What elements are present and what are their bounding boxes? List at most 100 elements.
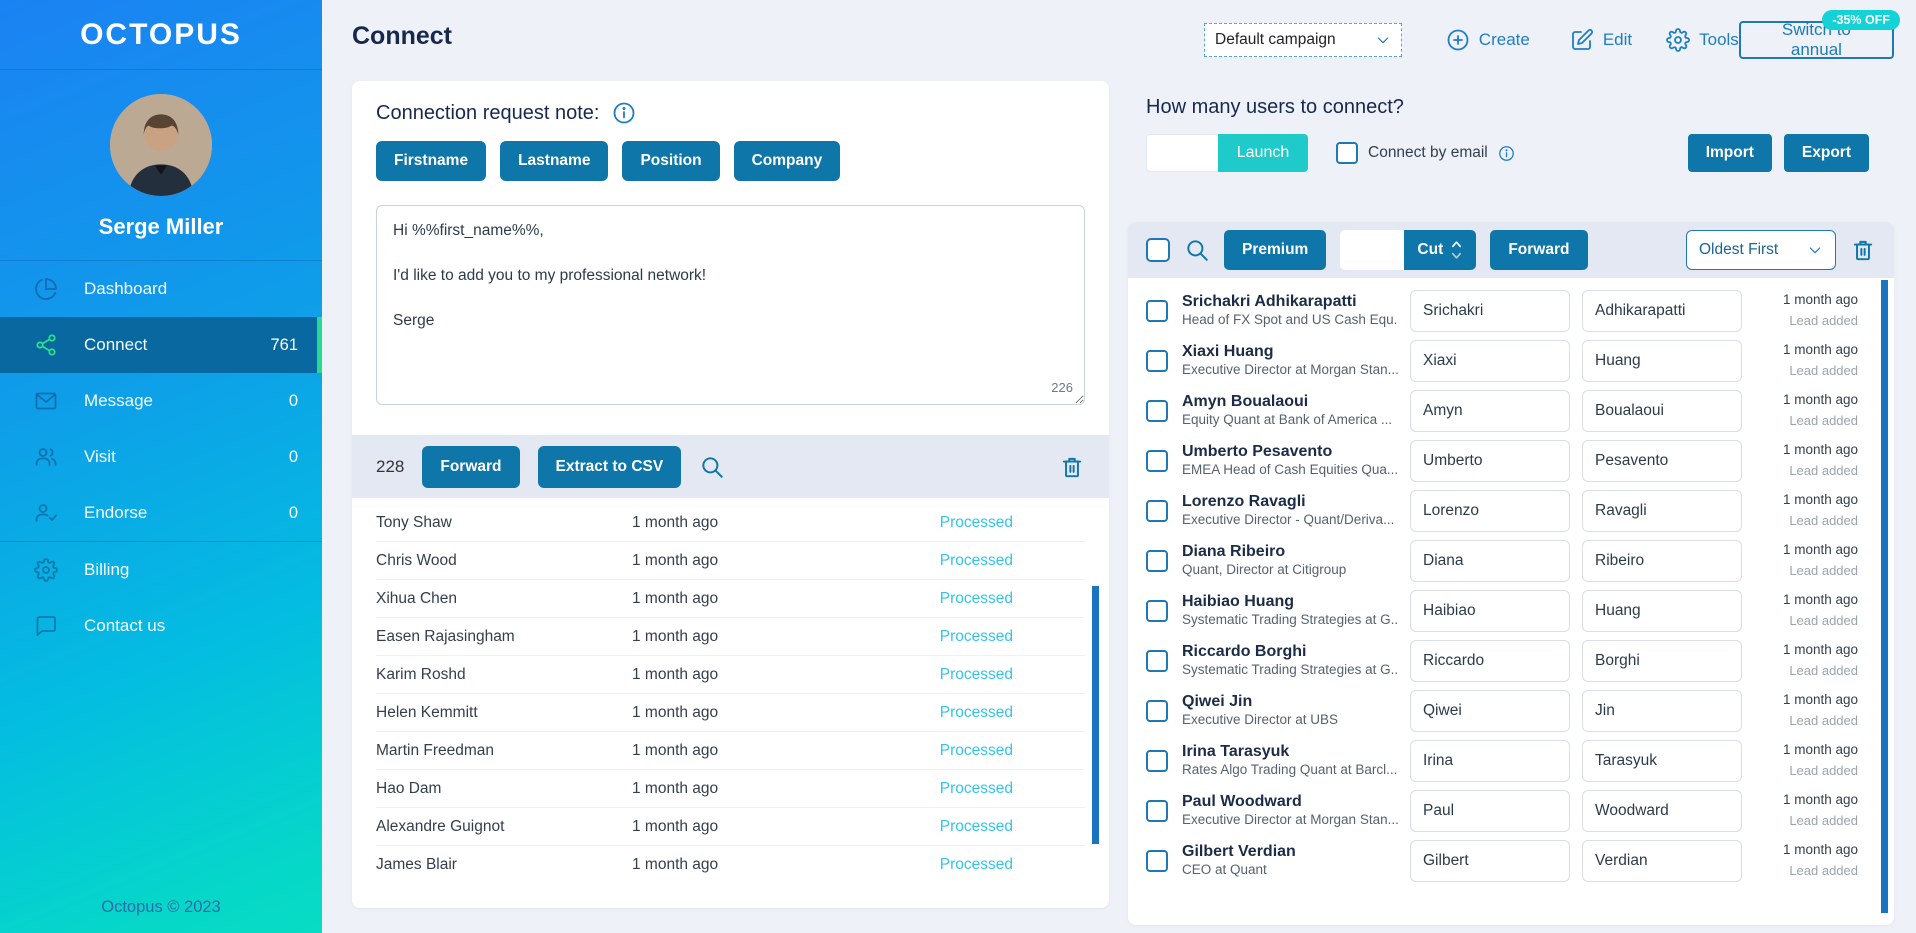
user-name: Serge Miller [98,214,224,239]
user-checkbox[interactable] [1146,500,1168,522]
sidebar-item-visit[interactable]: Visit 0 [0,429,322,485]
user-firstname-input[interactable] [1410,790,1570,832]
user-checkbox[interactable] [1146,400,1168,422]
user-firstname-input[interactable] [1410,490,1570,532]
connect-by-email-checkbox[interactable] [1336,142,1358,164]
user-row[interactable]: Umberto Pesavento EMEA Head of Cash Equit… [1146,436,1858,486]
sidebar-item-endorse[interactable]: Endorse 0 [0,485,322,541]
select-all-checkbox[interactable] [1146,238,1170,262]
user-checkbox[interactable] [1146,700,1168,722]
user-row[interactable]: Qiwei JinExecutive Director at UBS 1 mont… [1146,686,1858,736]
user-lastname-input[interactable] [1582,590,1742,632]
sidebar-item-message[interactable]: Message 0 [0,373,322,429]
launch-button[interactable]: Launch [1218,134,1308,172]
token-lastname-button[interactable]: Lastname [500,141,609,181]
extract-to-csv-button[interactable]: Extract to CSV [537,445,682,488]
user-row[interactable]: Diana Ribeiro Quant, Director at Citigrou… [1146,536,1858,586]
edit-button[interactable]: Edit [1570,28,1632,52]
user-lastname-input[interactable] [1582,640,1742,682]
token-position-button[interactable]: Position [622,141,720,181]
processed-list-scrollbar[interactable] [1092,586,1099,844]
sidebar-item-connect[interactable]: Connect 761 [0,317,322,373]
processed-row[interactable]: Tony Shaw 1 month ago Processed [376,504,1085,542]
user-lastname-input[interactable] [1582,390,1742,432]
user-lastname-input[interactable] [1582,440,1742,482]
user-lastname-input[interactable] [1582,690,1742,732]
sort-select[interactable]: Oldest First [1686,230,1836,270]
user-checkbox[interactable] [1146,450,1168,472]
user-row[interactable]: Haibiao Huang Systematic Trading Strategi… [1146,586,1858,636]
trash-icon[interactable] [1059,454,1085,480]
user-firstname-input[interactable] [1410,740,1570,782]
users-count-input[interactable] [1146,134,1218,172]
user-lastname-input[interactable] [1582,540,1742,582]
token-company-button[interactable]: Company [733,141,841,181]
processed-row[interactable]: James Blair 1 month ago Processed [376,846,1085,884]
processed-row[interactable]: Easen Rajasingham 1 month ago Processed [376,618,1085,656]
tools-button[interactable]: Tools [1666,28,1739,52]
user-firstname-input[interactable] [1410,440,1570,482]
premium-button[interactable]: Premium [1224,230,1327,270]
sidebar-item-billing[interactable]: Billing [0,542,322,598]
user-firstname-input[interactable] [1410,390,1570,432]
user-lastname-input[interactable] [1582,340,1742,382]
user-row[interactable]: Srichakri Adhikarapatti Head of FX Spot a… [1146,286,1858,336]
cut-button[interactable]: Cut [1404,230,1477,270]
user-checkbox[interactable] [1146,600,1168,622]
user-row[interactable]: Amyn Boualaoui Equity Quant at Bank of Am… [1146,386,1858,436]
processed-row[interactable]: Hao Dam 1 month ago Processed [376,770,1085,808]
user-lastname-input[interactable] [1582,840,1742,882]
info-icon[interactable] [1498,145,1515,162]
forward-button[interactable]: Forward [422,445,520,488]
user-row[interactable]: Paul Woodward Executive Director at Morga… [1146,786,1858,836]
user-checkbox[interactable] [1146,650,1168,672]
token-firstname-button[interactable]: Firstname [376,141,487,181]
user-row[interactable]: Lorenzo Ravagli Executive Director - Quan… [1146,486,1858,536]
user-lastname-input[interactable] [1582,740,1742,782]
user-row[interactable]: Gilbert VerdianCEO at Quant 1 month ago Le… [1146,836,1858,886]
user-title: Quant, Director at Citigroup [1182,561,1347,577]
create-button[interactable]: Create [1446,28,1530,52]
user-checkbox[interactable] [1146,300,1168,322]
user-checkbox[interactable] [1146,350,1168,372]
note-textarea[interactable]: Hi %%first_name%%, I'd like to add you t… [376,205,1085,405]
user-firstname-input[interactable] [1410,290,1570,332]
processed-row[interactable]: Martin Freedman 1 month ago Processed [376,732,1085,770]
connection-note-card: Connection request note: Firstname Lastn… [352,81,1109,908]
user-row[interactable]: Riccardo Borghi Systematic Trading Strate… [1146,636,1858,686]
users-toolbar: Premium Cut Forward Oldest First [1128,222,1894,278]
sidebar-item-contact-us[interactable]: Contact us [0,598,322,654]
user-checkbox[interactable] [1146,750,1168,772]
users-list-scrollbar[interactable] [1881,280,1888,913]
search-icon[interactable] [699,454,725,480]
campaign-select[interactable]: Default campaign [1204,23,1402,57]
processed-row[interactable]: Xihua Chen 1 month ago Processed [376,580,1085,618]
search-icon[interactable] [1184,237,1210,263]
processed-row[interactable]: Helen Kemmitt 1 month ago Processed [376,694,1085,732]
user-checkbox[interactable] [1146,800,1168,822]
user-row[interactable]: Xiaxi Huang Executive Director at Morgan … [1146,336,1858,386]
user-row[interactable]: Irina Tarasyuk Rates Algo Trading Quant a… [1146,736,1858,786]
processed-row[interactable]: Chris Wood 1 month ago Processed [376,542,1085,580]
user-checkbox[interactable] [1146,550,1168,572]
processed-row[interactable]: Karim Roshd 1 month ago Processed [376,656,1085,694]
export-button[interactable]: Export [1783,134,1869,172]
sidebar-item-dashboard[interactable]: Dashboard [0,261,322,317]
trash-icon[interactable] [1850,237,1876,263]
user-lastname-input[interactable] [1582,490,1742,532]
processed-row[interactable]: Alexandre Guignot 1 month ago Processed [376,808,1085,846]
import-button[interactable]: Import [1687,134,1772,172]
forward-button[interactable]: Forward [1490,230,1588,270]
switch-to-annual-button[interactable]: Switch to annual -35% OFF [1738,10,1900,59]
user-firstname-input[interactable] [1410,340,1570,382]
cut-count-input[interactable] [1340,230,1405,270]
user-lastname-input[interactable] [1582,790,1742,832]
user-firstname-input[interactable] [1410,690,1570,732]
user-lastname-input[interactable] [1582,290,1742,332]
user-checkbox[interactable] [1146,850,1168,872]
user-firstname-input[interactable] [1410,840,1570,882]
user-firstname-input[interactable] [1410,640,1570,682]
user-firstname-input[interactable] [1410,540,1570,582]
user-firstname-input[interactable] [1410,590,1570,632]
info-icon[interactable] [612,101,636,125]
